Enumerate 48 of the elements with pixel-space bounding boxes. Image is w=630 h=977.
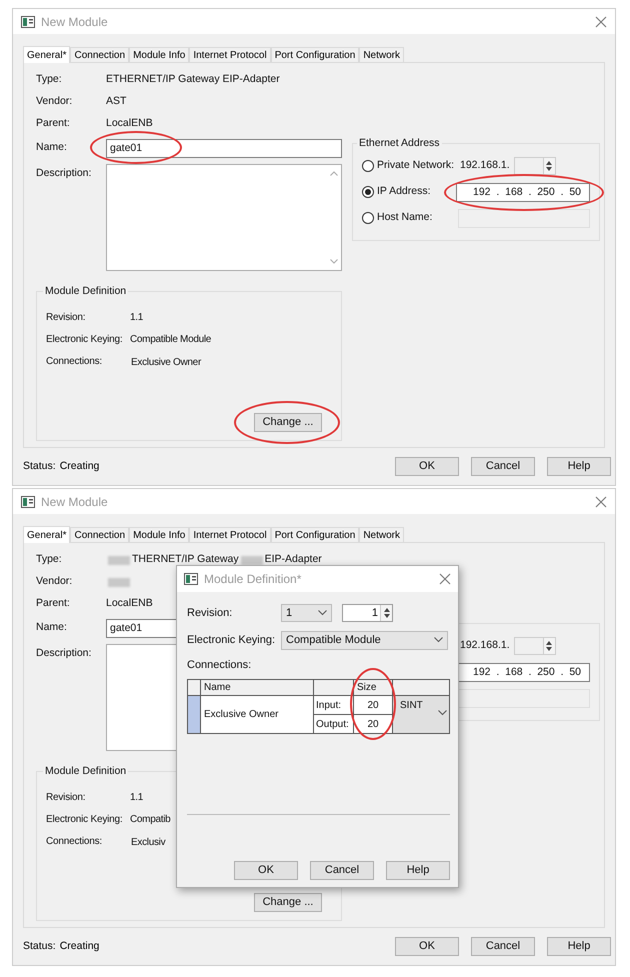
field-value: AST [106, 94, 126, 110]
radio-label: IP Address: [377, 184, 431, 200]
field-label: Revision: [46, 790, 86, 804]
window-title: New Module [41, 14, 109, 30]
column-header: Size [354, 680, 393, 695]
field-value: EIP-Adapter [264, 552, 322, 568]
field-value: Exclusiv [130, 836, 166, 850]
field-label: Parent: [36, 596, 71, 612]
column-header: Name [201, 680, 314, 695]
field-label: Type: [36, 552, 63, 568]
status-value: Creating [60, 458, 100, 474]
dialog-title: Module Definition* [204, 571, 302, 588]
field-label: Revision: [46, 310, 86, 324]
field-label: Description: [36, 646, 92, 661]
field-label: Electronic Keying: [46, 332, 124, 346]
radio-label: Private Network: [377, 158, 454, 174]
field-value: LocalENB [106, 596, 153, 612]
ip-prefix: 192.168.1. [460, 158, 510, 174]
field-value: Compatib [130, 812, 170, 826]
field-label: Vendor: [36, 574, 74, 590]
field-label: Revision: [187, 606, 234, 621]
field-value: THERNET/IP Gateway [132, 552, 239, 568]
table-cell: Input: [314, 696, 354, 714]
window-title: New Module [41, 494, 109, 510]
table-cell: Output: [314, 715, 354, 733]
field-label: Name: [36, 140, 68, 156]
field-label: Connections: [46, 834, 103, 848]
field-value: 1.1 [130, 310, 144, 324]
field-value: 1.1 [130, 790, 144, 804]
field-label: Name: [36, 620, 68, 636]
field-label: Parent: [36, 116, 71, 132]
field-label: Connections: [187, 658, 252, 673]
field-label: Vendor: [36, 94, 74, 110]
field-value: Compatible Module [130, 332, 212, 346]
ip-prefix: 192.168.1. [460, 638, 510, 654]
status-label: Status: [23, 458, 56, 474]
field-label: Type: [36, 72, 63, 88]
radio-label: Host Name: [377, 210, 432, 226]
status-value: Creating [60, 938, 100, 954]
field-value: Exclusive Owner [130, 356, 201, 370]
table-cell: Exclusive Owner [201, 696, 314, 733]
field-value: LocalENB [106, 116, 153, 132]
field-label: Connections: [46, 354, 103, 368]
field-label: Electronic Keying: [46, 812, 124, 826]
status-label: Status: [23, 938, 56, 954]
field-label: Electronic Keying: [187, 632, 276, 648]
field-label: Description: [36, 166, 92, 181]
field-value: ETHERNET/IP Gateway EIP-Adapter [106, 72, 280, 88]
